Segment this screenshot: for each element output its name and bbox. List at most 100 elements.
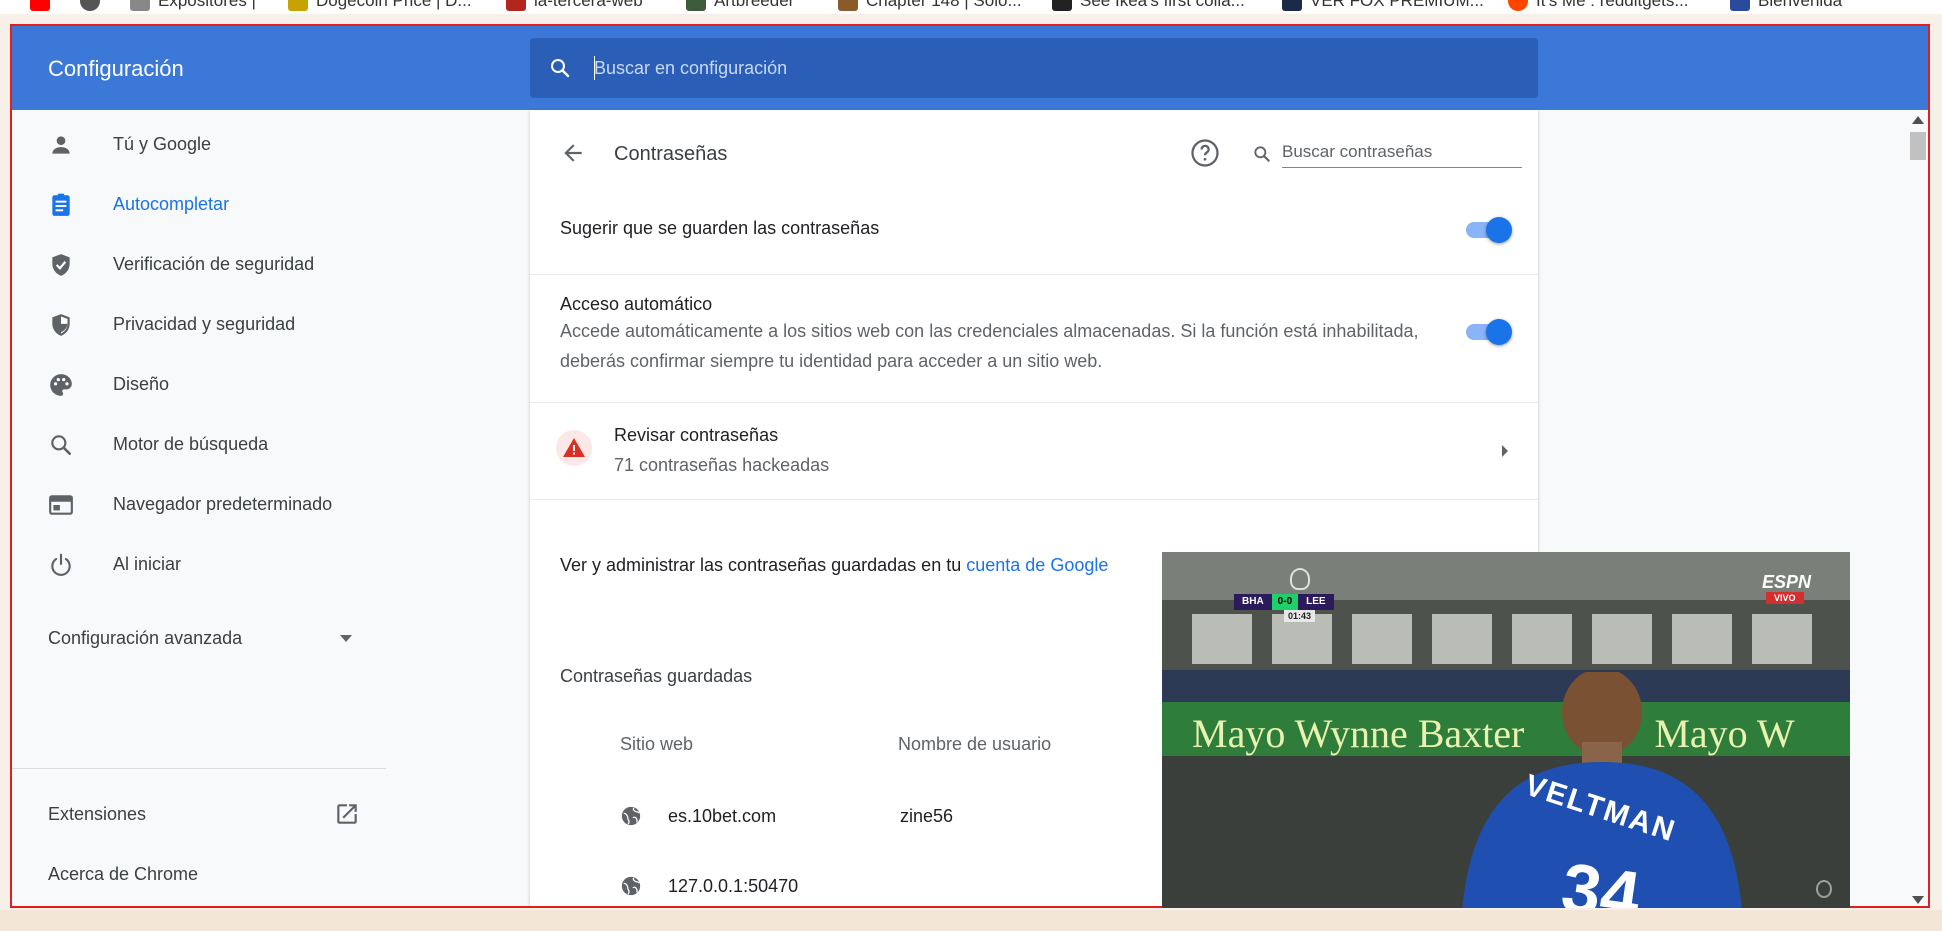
bookmark-label: Expositores |	[158, 0, 256, 10]
column-header-username: Nombre de usuario	[898, 734, 1052, 754]
extensions-link[interactable]: Extensiones	[12, 796, 386, 836]
about-chrome-label: Acerca de Chrome	[48, 864, 199, 884]
bookmark-history[interactable]	[80, 0, 100, 11]
auto-signin-description: Accede automáticamente a los sitios web …	[560, 321, 1419, 371]
player-number: 34	[1556, 847, 1645, 908]
sidebar-item-appearance[interactable]: Diseño	[12, 356, 392, 412]
bookmark-label: Chapter 148 | Solo...	[866, 0, 1022, 10]
live-badge: VIVO	[1766, 592, 1804, 604]
help-icon[interactable]	[1190, 138, 1220, 168]
espn-logo: ESPN	[1762, 572, 1812, 592]
bookmark-icon	[1282, 0, 1302, 11]
bookmark-icon	[130, 0, 150, 11]
taskbar-strip	[0, 910, 1942, 931]
match-clock: 01:43	[1284, 610, 1316, 622]
scroll-down-arrow[interactable]	[1912, 896, 1924, 904]
bookmark-8[interactable]: Bienvenida	[1730, 0, 1842, 11]
bookmark-label: It's Me : redditgets...	[1536, 0, 1689, 10]
bookmark-icon	[838, 0, 858, 11]
advanced-settings-label: Configuración avanzada	[48, 628, 243, 648]
check-passwords-sublabel: 71 contraseñas hackeadas	[614, 455, 830, 475]
sidebar-item-label: Autocompletar	[113, 193, 230, 214]
shield-half-icon	[52, 314, 70, 336]
bookmark-label: Artbreeder	[714, 0, 795, 10]
bookmark-label: la-tercera-web	[534, 0, 643, 10]
offer-to-save-label: Sugerir que se guarden las contraseñas	[560, 218, 880, 238]
site-cell: 127.0.0.1:50470	[668, 876, 799, 896]
page-scrollbar[interactable]	[1906, 110, 1928, 906]
sidebar-item-safety-check[interactable]: Verificación de seguridad	[12, 236, 392, 292]
sidebar-item-you-and-google[interactable]: Tú y Google	[12, 116, 392, 172]
bookmark-icon	[288, 0, 308, 11]
sidebar-item-search-engine[interactable]: Motor de búsqueda	[12, 416, 392, 472]
bookmark-3[interactable]: Artbreeder	[686, 0, 794, 11]
settings-header: Configuración	[12, 26, 1928, 110]
score: 0-0	[1271, 594, 1299, 610]
bookmark-youtube[interactable]	[30, 0, 50, 11]
bookmark-1[interactable]: Dogecoin Price | D...	[288, 0, 472, 11]
bookmark-label: Dogecoin Price | D...	[316, 0, 472, 10]
bookmark-4[interactable]: Chapter 148 | Solo...	[838, 0, 1022, 11]
league-crest-icon	[1290, 568, 1310, 590]
sidebar-item-on-startup[interactable]: Al iniciar	[12, 536, 392, 592]
auto-signin-toggle[interactable]	[1464, 318, 1512, 345]
picture-in-picture-video[interactable]: Mayo Wynne Baxter Mayo W VELTMAN 34 BHA …	[1162, 552, 1850, 908]
bookmark-6[interactable]: VER FOX PREMIUM...	[1282, 0, 1484, 11]
extensions-label: Extensiones	[48, 804, 147, 824]
check-passwords-row[interactable]: Revisar contraseñas 71 contraseñas hacke…	[530, 403, 1538, 499]
sidebar-item-label: Diseño	[113, 373, 170, 394]
sidebar-item-label: Navegador predeterminado	[113, 493, 333, 514]
sidebar-item-default-browser[interactable]: Navegador predeterminado	[12, 476, 392, 532]
globe-icon	[621, 806, 641, 826]
scroll-thumb[interactable]	[1910, 132, 1926, 160]
away-team: LEE	[1298, 594, 1334, 610]
power-icon	[51, 553, 71, 576]
advanced-settings-toggle[interactable]: Configuración avanzada	[12, 610, 386, 666]
about-chrome-link[interactable]: Acerca de Chrome	[12, 856, 386, 896]
back-arrow-icon[interactable]	[560, 140, 586, 166]
scroll-up-arrow[interactable]	[1912, 116, 1924, 124]
bookmark-5[interactable]: See Ikea's first colla...	[1052, 0, 1245, 11]
offer-to-save-toggle[interactable]	[1464, 216, 1512, 243]
bookmark-icon	[1052, 0, 1072, 11]
shield-check-icon	[52, 254, 70, 276]
bookmark-label: Bienvenida	[1758, 0, 1843, 10]
open-in-new-icon	[337, 804, 357, 824]
browser-window-icon	[49, 495, 73, 515]
search-icon	[51, 435, 71, 455]
password-search-input[interactable]	[1282, 136, 1522, 168]
username-cell: zine56	[900, 806, 954, 826]
bookmark-icon	[1730, 0, 1750, 11]
sidebar-item-label: Tú y Google	[113, 133, 212, 154]
google-account-link[interactable]: cuenta de Google	[966, 555, 1108, 575]
globe-icon	[621, 876, 641, 896]
bookmark-icon	[506, 0, 526, 11]
settings-search-box[interactable]	[530, 38, 1538, 98]
row-divider	[530, 274, 1538, 275]
search-icon	[551, 59, 570, 78]
page-title: Configuración	[48, 56, 184, 81]
settings-sidebar: Tú y Google Autocompletar Verificación d…	[12, 110, 392, 906]
home-team: BHA	[1234, 594, 1272, 610]
scoreboard: BHA 0-0 LEE	[1234, 594, 1334, 610]
sidebar-item-label: Al iniciar	[113, 553, 182, 574]
bookmark-2[interactable]: la-tercera-web	[506, 0, 643, 11]
sidebar-item-autofill[interactable]: Autocompletar	[12, 176, 392, 232]
site-cell: es.10bet.com	[668, 806, 777, 826]
passwords-title: Contraseñas	[614, 143, 728, 165]
sidebar-divider	[12, 768, 386, 769]
sidebar-item-label: Privacidad y seguridad	[113, 313, 296, 334]
warning-badge	[556, 430, 592, 466]
sidebar-item-privacy[interactable]: Privacidad y seguridad	[12, 296, 392, 352]
bookmark-7[interactable]: It's Me : redditgets...	[1508, 0, 1689, 11]
search-icon	[1254, 146, 1270, 162]
palette-icon	[50, 374, 72, 396]
column-header-site: Sitio web	[620, 734, 694, 754]
person-icon	[52, 136, 70, 154]
bookmark-0[interactable]: Expositores |	[130, 0, 256, 11]
manage-passwords-text: Ver y administrar las contraseñas guarda…	[560, 555, 1108, 576]
saved-passwords-heading: Contraseñas guardadas	[560, 666, 753, 686]
clipboard-icon	[52, 193, 70, 216]
settings-search-input[interactable]	[594, 52, 1494, 84]
check-passwords-label: Revisar contraseñas	[614, 425, 779, 445]
